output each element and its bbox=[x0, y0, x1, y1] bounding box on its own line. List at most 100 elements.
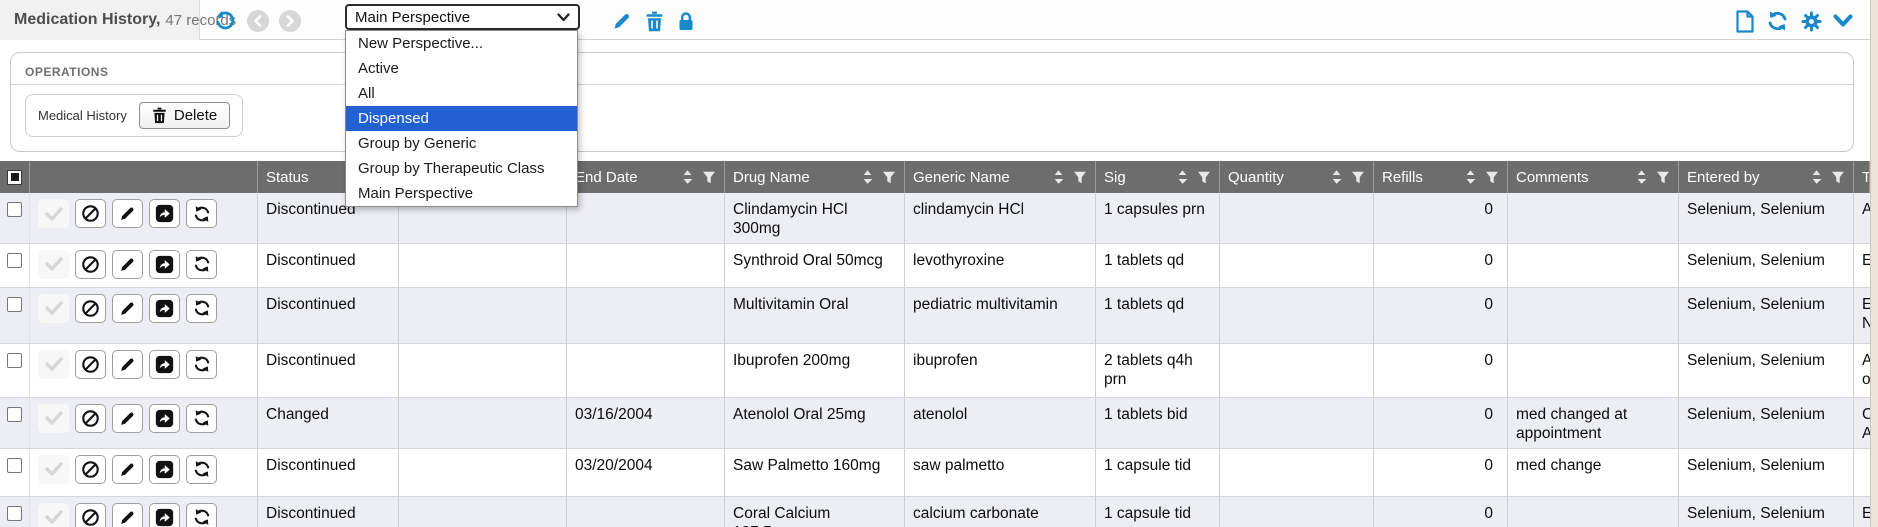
circle-slash-icon bbox=[81, 508, 100, 527]
row-checkbox[interactable] bbox=[7, 202, 22, 217]
column-header[interactable]: T bbox=[1854, 161, 1870, 193]
select-all-checkbox[interactable] bbox=[7, 170, 22, 185]
check-icon bbox=[44, 461, 64, 477]
sort-icon[interactable] bbox=[1331, 169, 1342, 185]
filter-icon[interactable] bbox=[1831, 171, 1845, 184]
column-header-label: Sig bbox=[1104, 169, 1177, 186]
sort-icon[interactable] bbox=[1811, 169, 1822, 185]
renew-button[interactable] bbox=[186, 404, 217, 433]
row-select-cell bbox=[0, 344, 30, 397]
edit-button[interactable] bbox=[112, 503, 143, 527]
discontinue-button[interactable] bbox=[75, 350, 106, 379]
row-checkbox[interactable] bbox=[7, 353, 22, 368]
status-cell: Discontinued bbox=[258, 497, 399, 527]
edit-button[interactable] bbox=[112, 455, 143, 484]
filter-icon[interactable] bbox=[1485, 171, 1499, 184]
filter-icon[interactable] bbox=[1656, 171, 1670, 184]
edit-button[interactable] bbox=[112, 294, 143, 323]
previous-perspective-button[interactable] bbox=[247, 10, 269, 32]
discontinue-button[interactable] bbox=[75, 455, 106, 484]
table-row: Discontinued Ibuprofen 200mg ibuprofen 2… bbox=[0, 344, 1870, 398]
forward-button[interactable] bbox=[149, 503, 180, 527]
undo-icon[interactable] bbox=[213, 9, 237, 33]
filter-icon[interactable] bbox=[702, 171, 716, 184]
row-checkbox[interactable] bbox=[7, 506, 22, 521]
forward-button[interactable] bbox=[149, 455, 180, 484]
renew-button[interactable] bbox=[186, 350, 217, 379]
column-header[interactable]: Quantity bbox=[1220, 161, 1374, 193]
sort-icon[interactable] bbox=[1053, 169, 1064, 185]
row-checkbox[interactable] bbox=[7, 407, 22, 422]
approve-button bbox=[38, 294, 69, 323]
discontinue-button[interactable] bbox=[75, 294, 106, 323]
drug-name-cell: Clindamycin HCl 300mg bbox=[725, 193, 905, 243]
edit-button[interactable] bbox=[112, 350, 143, 379]
renew-button[interactable] bbox=[186, 503, 217, 527]
perspective-select[interactable]: Main Perspective bbox=[345, 4, 580, 30]
perspective-menu-item[interactable]: Main Perspective bbox=[346, 181, 577, 206]
forward-button[interactable] bbox=[149, 250, 180, 279]
renew-button[interactable] bbox=[186, 294, 217, 323]
discontinue-button[interactable] bbox=[75, 404, 106, 433]
gear-icon[interactable] bbox=[1799, 9, 1823, 33]
perspective-menu-item[interactable]: New Perspective... bbox=[346, 31, 577, 56]
discontinue-button[interactable] bbox=[75, 250, 106, 279]
entered-by-cell: Selenium, Selenium bbox=[1679, 193, 1854, 243]
forward-button[interactable] bbox=[149, 199, 180, 228]
filter-icon[interactable] bbox=[1073, 171, 1087, 184]
column-header[interactable]: Drug Name bbox=[725, 161, 905, 193]
lock-icon[interactable] bbox=[674, 9, 698, 33]
forward-button[interactable] bbox=[149, 350, 180, 379]
filter-icon[interactable] bbox=[1197, 171, 1211, 184]
comments-cell: med changed at appointment bbox=[1508, 398, 1679, 448]
row-checkbox[interactable] bbox=[7, 458, 22, 473]
column-header[interactable]: Generic Name bbox=[905, 161, 1096, 193]
status-cell: Discontinued bbox=[258, 288, 399, 343]
discontinue-button[interactable] bbox=[75, 199, 106, 228]
edit-button[interactable] bbox=[112, 199, 143, 228]
row-checkbox[interactable] bbox=[7, 297, 22, 312]
column-header[interactable]: Refills bbox=[1374, 161, 1508, 193]
forward-button[interactable] bbox=[149, 294, 180, 323]
discontinue-button[interactable] bbox=[75, 503, 106, 527]
sig-cell: 1 tablets bid bbox=[1096, 398, 1220, 448]
delete-button[interactable]: Delete bbox=[139, 102, 230, 129]
forward-arrow-icon bbox=[155, 255, 174, 274]
edit-button[interactable] bbox=[112, 404, 143, 433]
edit-button[interactable] bbox=[112, 250, 143, 279]
delete-perspective-icon[interactable] bbox=[642, 9, 666, 33]
renew-button[interactable] bbox=[186, 199, 217, 228]
sort-icon[interactable] bbox=[1465, 169, 1476, 185]
filter-icon[interactable] bbox=[882, 171, 896, 184]
sort-icon[interactable] bbox=[1636, 169, 1647, 185]
sort-icon[interactable] bbox=[682, 169, 693, 185]
renew-button[interactable] bbox=[186, 250, 217, 279]
filter-icon[interactable] bbox=[1351, 171, 1365, 184]
comments-cell bbox=[1508, 288, 1679, 343]
new-document-icon[interactable] bbox=[1733, 9, 1757, 33]
generic-name-cell: clindamycin HCl bbox=[905, 193, 1096, 243]
truncated-cell bbox=[1854, 449, 1870, 496]
next-perspective-button[interactable] bbox=[279, 10, 301, 32]
column-header[interactable]: Comments bbox=[1508, 161, 1679, 193]
column-header[interactable]: End Date bbox=[567, 161, 725, 193]
forward-button[interactable] bbox=[149, 404, 180, 433]
select-all-header-cell[interactable] bbox=[0, 161, 30, 193]
perspective-menu-item[interactable]: All bbox=[346, 81, 577, 106]
perspective-menu-item[interactable]: Dispensed bbox=[346, 106, 577, 131]
refresh-icon[interactable] bbox=[1765, 9, 1789, 33]
edit-perspective-icon[interactable] bbox=[610, 9, 634, 33]
perspective-menu-item[interactable]: Group by Generic bbox=[346, 131, 577, 156]
end-date-cell: 03/20/2004 bbox=[567, 449, 725, 496]
column-header[interactable]: Entered by bbox=[1679, 161, 1854, 193]
sort-icon[interactable] bbox=[862, 169, 873, 185]
sort-icon[interactable] bbox=[1177, 169, 1188, 185]
perspective-menu-item[interactable]: Active bbox=[346, 56, 577, 81]
collapse-chevron-icon[interactable] bbox=[1831, 9, 1855, 33]
perspective-menu-item[interactable]: Group by Therapeutic Class bbox=[346, 156, 577, 181]
end-date-cell bbox=[567, 344, 725, 397]
column-header[interactable]: Sig bbox=[1096, 161, 1220, 193]
row-checkbox[interactable] bbox=[7, 253, 22, 268]
pencil-icon bbox=[119, 256, 136, 273]
renew-button[interactable] bbox=[186, 455, 217, 484]
